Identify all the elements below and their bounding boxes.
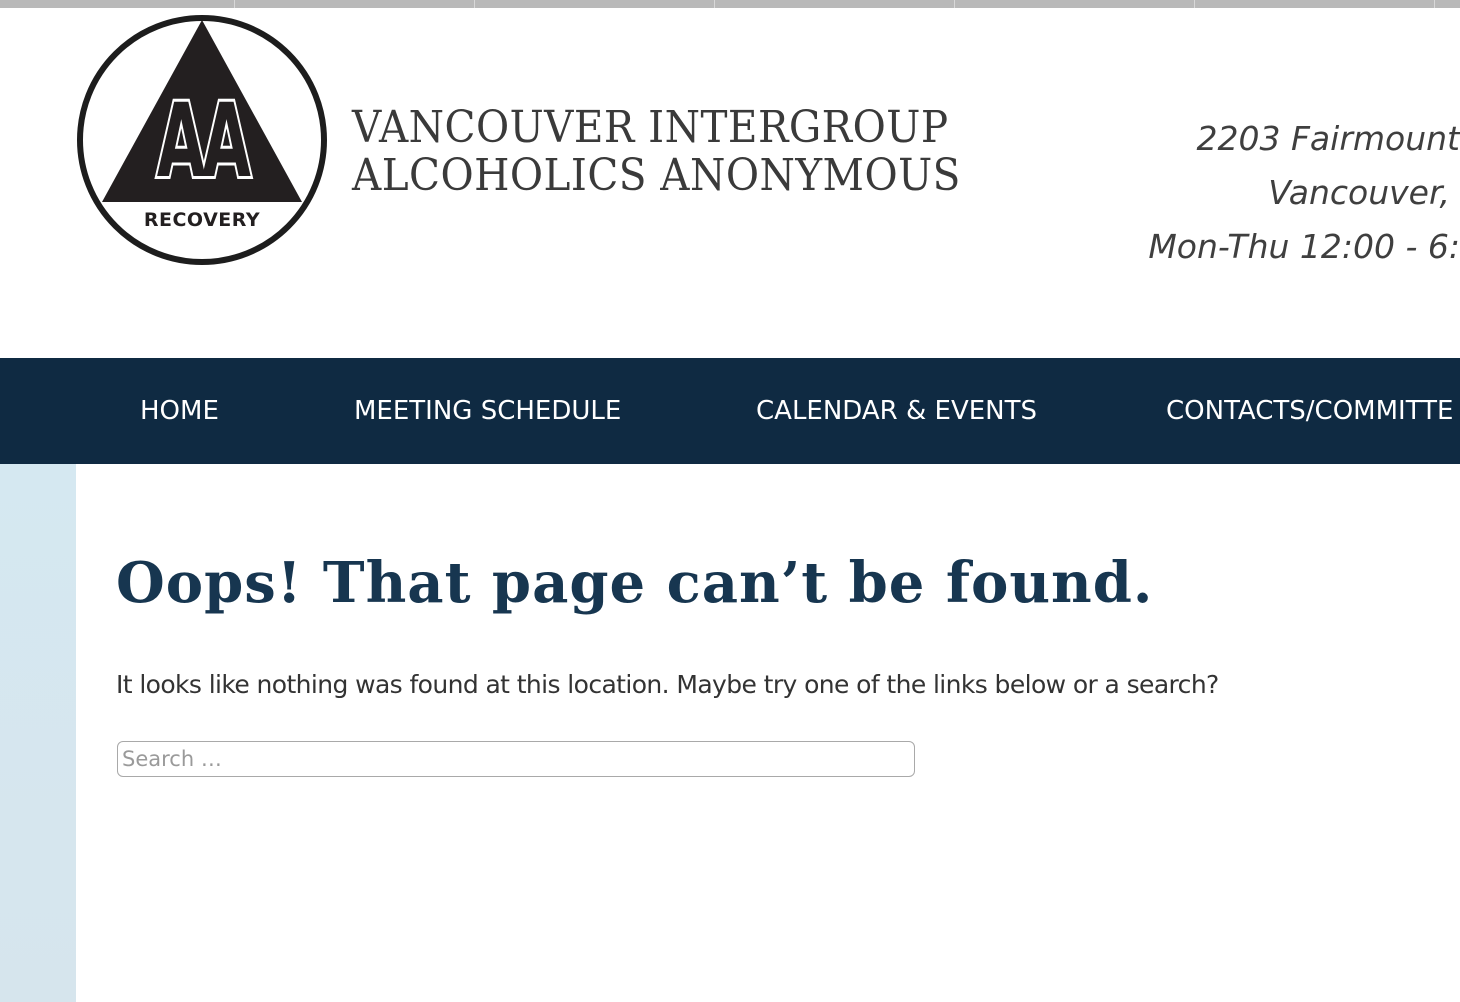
contact-city: Vancouver,: [1268, 173, 1450, 212]
strip-divider: [1434, 0, 1435, 8]
not-found-message: It looks like nothing was found at this …: [116, 670, 1219, 699]
site-title-line1: VANCOUVER INTERGROUP: [352, 102, 949, 153]
contact-info: 2203 Fairmount Vancouver, Mon-Thu 12:00 …: [1140, 112, 1460, 274]
nav-home[interactable]: HOME: [140, 396, 219, 426]
svg-text:RECOVERY: RECOVERY: [144, 209, 260, 231]
nav-meeting-schedule[interactable]: MEETING SCHEDULE: [354, 396, 621, 426]
strip-divider: [714, 0, 715, 8]
contact-hours: Mon-Thu 12:00 - 6:: [1148, 227, 1460, 266]
strip-divider: [954, 0, 955, 8]
main-navigation: HOME MEETING SCHEDULE CALENDAR & EVENTS …: [0, 358, 1460, 464]
strip-divider: [234, 0, 235, 8]
site-title-line2: ALCOHOLICS ANONYMOUS: [352, 150, 961, 201]
left-sidebar: [0, 464, 76, 1002]
svg-text:AA: AA: [157, 82, 251, 201]
main-content: Oops! That page can’t be found. It looks…: [76, 464, 1460, 1002]
site-logo-link[interactable]: UNITY SERVICE AA RECOVERY: [74, 12, 330, 268]
aa-logo-icon: UNITY SERVICE AA RECOVERY: [77, 15, 327, 265]
search-input[interactable]: [117, 741, 915, 777]
contact-address: 2203 Fairmount: [1196, 119, 1460, 158]
nav-calendar-events[interactable]: CALENDAR & EVENTS: [756, 396, 1037, 426]
site-header: UNITY SERVICE AA RECOVERY VANCOUVER INTE…: [0, 8, 1460, 358]
strip-divider: [474, 0, 475, 8]
site-title[interactable]: VANCOUVER INTERGROUP ALCOHOLICS ANONYMOU…: [352, 104, 961, 200]
strip-divider: [1194, 0, 1195, 8]
page-title: Oops! That page can’t be found.: [116, 550, 1154, 616]
browser-top-strip: [0, 0, 1460, 8]
nav-contacts-committees[interactable]: CONTACTS/COMMITTE: [1166, 396, 1453, 426]
